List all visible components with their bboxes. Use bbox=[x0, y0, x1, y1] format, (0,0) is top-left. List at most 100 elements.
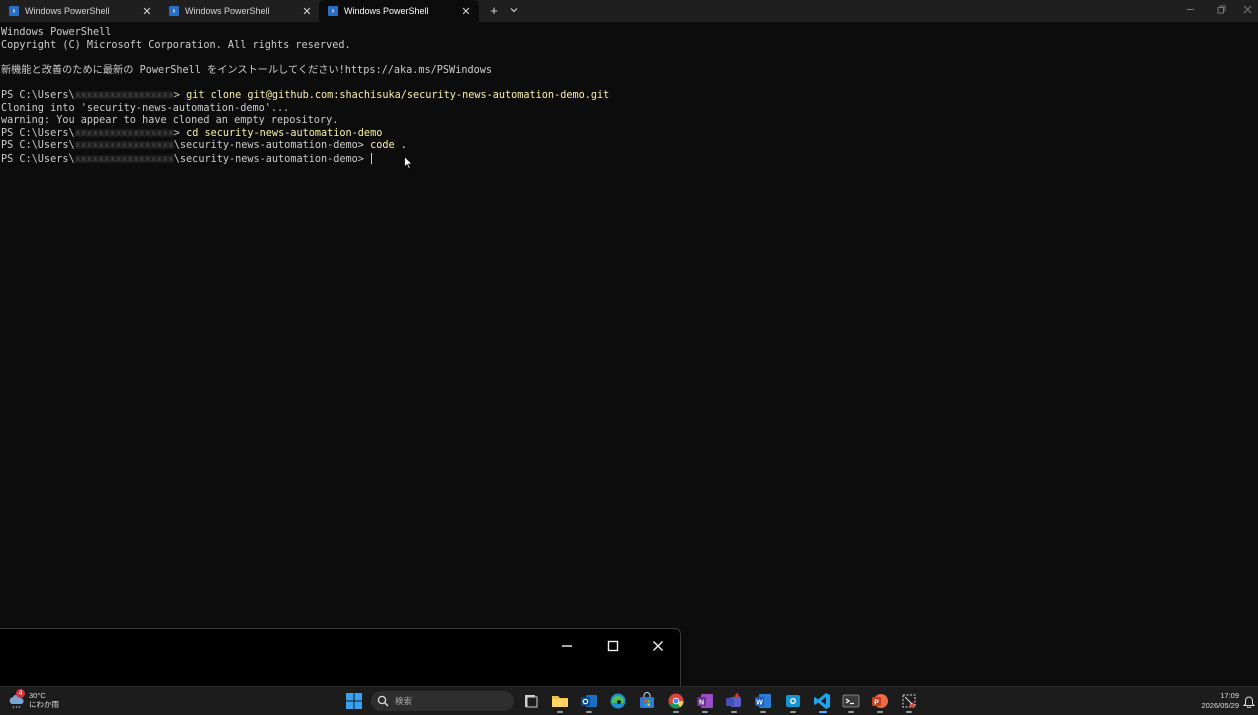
teams-button[interactable] bbox=[725, 692, 743, 710]
vscode-button[interactable] bbox=[813, 692, 831, 710]
weather-temperature: 30°C bbox=[29, 691, 46, 700]
outlook-secondary-button[interactable] bbox=[784, 692, 802, 710]
search-icon bbox=[377, 695, 389, 707]
powerpoint-button[interactable]: P bbox=[871, 692, 889, 710]
task-view-icon bbox=[525, 695, 538, 708]
vscode-icon bbox=[814, 693, 830, 709]
overlay-window bbox=[0, 628, 681, 687]
terminal-line: Copyright (C) Microsoft Corporation. All… bbox=[1, 39, 351, 51]
svg-text:N: N bbox=[699, 699, 704, 706]
minimize-icon bbox=[1186, 9, 1194, 10]
terminal-output[interactable]: Windows PowerShell Copyright (C) Microso… bbox=[1, 27, 1251, 627]
windows-logo-icon bbox=[346, 693, 362, 709]
prompt-suffix: \security-news-automation-demo> bbox=[173, 140, 371, 152]
redacted-username: xxxxxxxxxxxxxxxxx bbox=[74, 140, 174, 152]
system-clock[interactable]: 17:09 2026/05/29 bbox=[1195, 691, 1239, 711]
prompt-suffix: > bbox=[173, 127, 187, 139]
prompt-prefix: PS C:\Users\ bbox=[1, 153, 75, 165]
weather-widget[interactable]: 4 30°C にわか雨 bbox=[8, 689, 59, 709]
svg-text:P: P bbox=[874, 699, 879, 706]
clock-date: 2026/05/29 bbox=[1201, 701, 1239, 710]
close-icon[interactable]: ✕ bbox=[140, 5, 154, 18]
tab-title: Windows PowerShell bbox=[344, 6, 429, 16]
powerpoint-icon: P bbox=[872, 694, 888, 708]
mouse-pointer-icon bbox=[404, 156, 413, 170]
store-button[interactable] bbox=[638, 692, 656, 710]
text-cursor bbox=[371, 152, 373, 164]
powershell-icon: › bbox=[328, 6, 338, 16]
tab-powershell-3[interactable]: › Windows PowerShell ✕ bbox=[319, 0, 479, 22]
prompt-line: PS C:\Users\xxxxxxxxxxxxxxxxx> cd securi… bbox=[1, 128, 1251, 141]
snipping-tool-icon bbox=[902, 694, 916, 708]
new-tab-button[interactable]: + bbox=[486, 3, 502, 19]
tab-powershell-2[interactable]: › Windows PowerShell ✕ bbox=[160, 0, 320, 22]
weather-description: にわか雨 bbox=[29, 700, 59, 709]
restore-icon bbox=[1217, 5, 1225, 14]
terminal-line: Windows PowerShell bbox=[1, 27, 112, 38]
edge-button[interactable] bbox=[609, 692, 627, 710]
close-icon[interactable]: ✕ bbox=[300, 5, 314, 18]
command-text: cd security-news-automation-demo bbox=[186, 127, 383, 139]
redacted-username: xxxxxxxxxxxxxxxxx bbox=[74, 89, 174, 101]
overlay-close-button[interactable] bbox=[648, 639, 668, 657]
prompt-prefix: PS C:\Users\ bbox=[1, 89, 75, 101]
taskbar-search[interactable]: 検索 bbox=[371, 691, 514, 711]
tab-powershell-1[interactable]: › Windows PowerShell ✕ bbox=[0, 0, 160, 22]
word-button[interactable]: W bbox=[754, 692, 772, 710]
terminal-icon bbox=[842, 694, 860, 708]
task-view-button[interactable] bbox=[522, 692, 540, 710]
overlay-minimize-button[interactable] bbox=[557, 639, 577, 657]
chrome-icon bbox=[668, 693, 684, 709]
teams-icon bbox=[726, 692, 741, 707]
terminal-line: Cloning into 'security-news-automation-d… bbox=[1, 102, 290, 114]
restore-button[interactable] bbox=[1214, 4, 1228, 18]
close-icon[interactable]: ✕ bbox=[459, 5, 473, 18]
svg-text:W: W bbox=[756, 699, 763, 706]
start-button[interactable] bbox=[345, 692, 363, 710]
tab-bar: › Windows PowerShell ✕ › Windows PowerSh… bbox=[0, 0, 1258, 22]
search-placeholder: 検索 bbox=[395, 696, 413, 706]
overlay-maximize-button[interactable] bbox=[603, 639, 623, 657]
close-icon bbox=[1243, 5, 1251, 14]
powershell-icon: › bbox=[169, 6, 179, 16]
minimize-button[interactable] bbox=[1183, 4, 1197, 18]
terminal-line: 新機能と改善のために最新の PowerShell をインストールしてください!h… bbox=[1, 64, 492, 76]
prompt-line: PS C:\Users\xxxxxxxxxxxxxxxxx> git clone… bbox=[1, 90, 1251, 103]
outlook-icon bbox=[581, 695, 597, 707]
minimize-icon bbox=[562, 645, 572, 647]
prompt-suffix: \security-news-automation-demo> bbox=[173, 153, 371, 165]
chevron-down-icon bbox=[510, 8, 518, 13]
close-window-button[interactable] bbox=[1240, 4, 1254, 18]
onenote-icon: N bbox=[697, 694, 713, 708]
redacted-username: xxxxxxxxxxxxxxxxx bbox=[74, 127, 174, 139]
notification-center-button[interactable] bbox=[1242, 695, 1256, 709]
notification-bell-icon bbox=[1242, 696, 1256, 709]
notification-badge: 4 bbox=[16, 689, 25, 698]
folder-icon bbox=[552, 696, 568, 707]
edge-browser-icon bbox=[610, 693, 626, 709]
snipping-tool-button[interactable] bbox=[900, 692, 918, 710]
terminal-button[interactable] bbox=[842, 692, 860, 710]
onenote-button[interactable]: N bbox=[696, 692, 714, 710]
file-explorer-button[interactable] bbox=[551, 692, 569, 710]
terminal-line: warning: You appear to have cloned an em… bbox=[1, 115, 339, 127]
store-icon bbox=[640, 692, 654, 708]
chrome-button[interactable] bbox=[667, 692, 685, 710]
prompt-prefix: PS C:\Users\ bbox=[1, 127, 75, 139]
maximize-icon bbox=[607, 640, 619, 652]
redacted-username: xxxxxxxxxxxxxxxxx bbox=[74, 153, 174, 165]
prompt-prefix: PS C:\Users\ bbox=[1, 140, 75, 152]
powershell-icon: › bbox=[9, 6, 19, 16]
tab-title: Windows PowerShell bbox=[185, 6, 270, 16]
outlook-button[interactable] bbox=[580, 692, 598, 710]
command-text: code . bbox=[370, 140, 407, 152]
mail-app-icon bbox=[786, 695, 800, 707]
clock-time: 17:09 bbox=[1220, 691, 1239, 700]
taskbar: 4 30°C にわか雨 検索 N W P 17:09 2026/05/29 bbox=[0, 686, 1258, 715]
close-icon bbox=[653, 641, 663, 651]
tab-dropdown-button[interactable] bbox=[507, 3, 521, 19]
command-text: git clone git@github.com:shachisuka/secu… bbox=[186, 89, 610, 101]
word-icon: W bbox=[755, 694, 771, 708]
weather-cloud-icon: 4 bbox=[8, 689, 26, 709]
tab-title: Windows PowerShell bbox=[25, 6, 110, 16]
